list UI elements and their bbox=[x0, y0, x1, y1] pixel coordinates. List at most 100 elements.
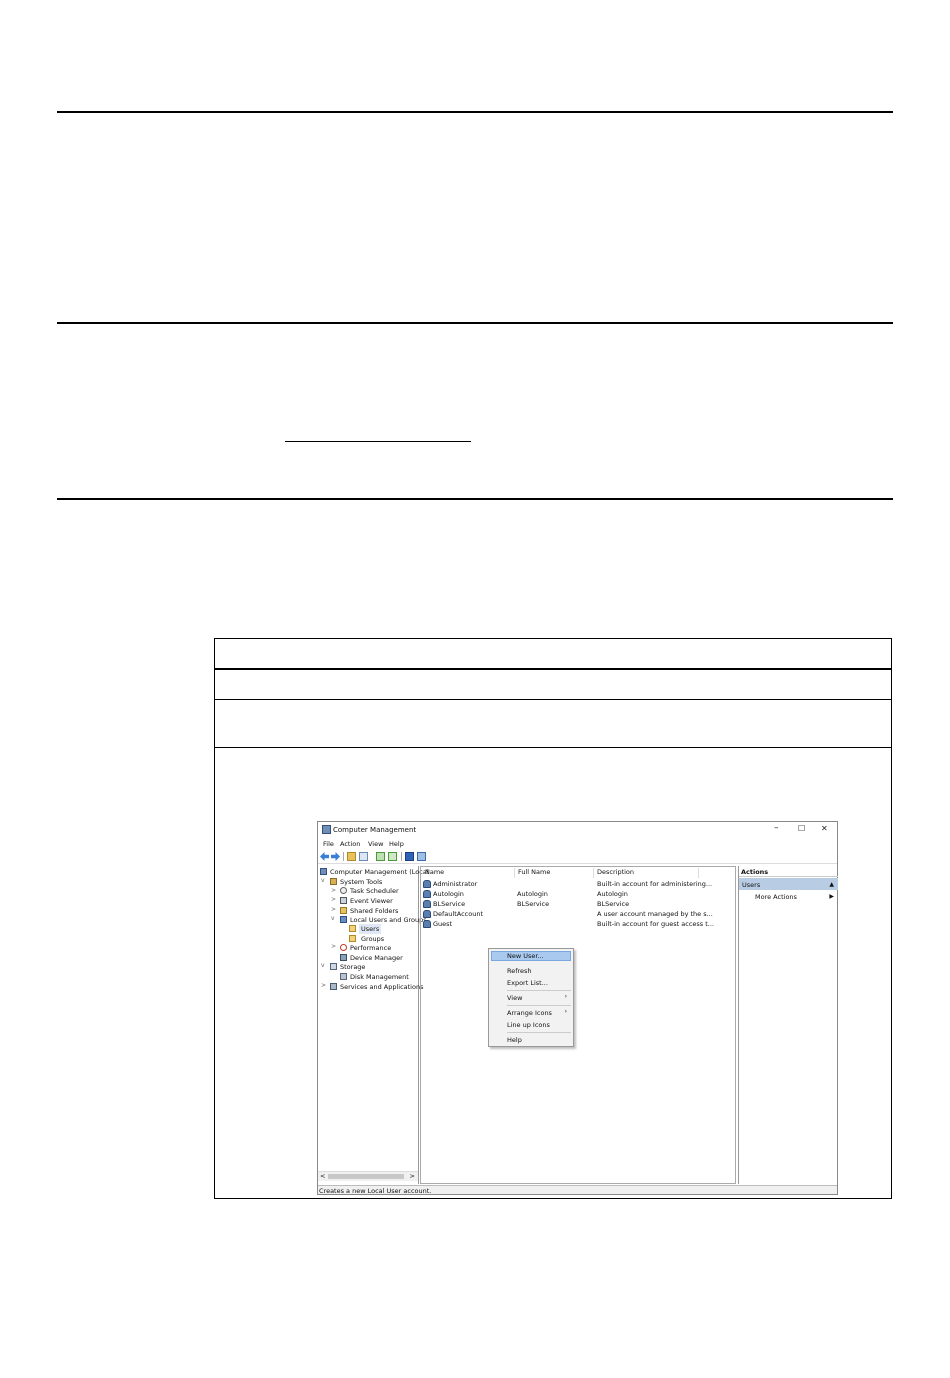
expand-chevron-icon[interactable]: > bbox=[331, 906, 336, 913]
refresh-icon[interactable] bbox=[376, 852, 385, 861]
device-manager-icon bbox=[340, 954, 347, 961]
toolbar bbox=[318, 850, 837, 864]
menu-item-new-user[interactable]: New User... bbox=[507, 952, 544, 960]
tree-item-system-tools[interactable]: System Tools bbox=[340, 878, 382, 886]
section-rule-2 bbox=[57, 322, 893, 324]
user-name-cell[interactable]: BLService bbox=[433, 900, 465, 908]
step-table-divider-2 bbox=[215, 699, 891, 700]
computer-management-icon bbox=[322, 825, 331, 834]
help-icon[interactable] bbox=[405, 852, 414, 861]
user-description-cell: Built-in account for administering... bbox=[597, 880, 713, 888]
more-actions-link[interactable]: More Actions bbox=[755, 893, 797, 901]
folder-up-icon[interactable] bbox=[347, 852, 356, 861]
tree-item-groups[interactable]: Groups bbox=[361, 935, 384, 943]
menu-separator bbox=[507, 1032, 571, 1033]
menu-separator bbox=[507, 990, 571, 991]
menu-item-arrange-icons[interactable]: Arrange Icons bbox=[507, 1009, 552, 1017]
tree-item-task-scheduler[interactable]: Task Scheduler bbox=[350, 887, 399, 895]
tree-item-device-manager[interactable]: Device Manager bbox=[350, 954, 403, 962]
scroll-left-arrow[interactable]: < bbox=[320, 1172, 325, 1180]
scrollbar-thumb[interactable] bbox=[328, 1174, 404, 1179]
shared-folder-icon bbox=[340, 907, 347, 914]
tree-item-local-users-and-groups[interactable]: Local Users and Groups bbox=[350, 916, 427, 924]
toolbar-separator bbox=[343, 852, 344, 861]
users-list: Name Full Name Description Administrator… bbox=[420, 866, 736, 1184]
tree-horizontal-scrollbar[interactable]: < > bbox=[318, 1171, 418, 1181]
properties-icon[interactable] bbox=[417, 852, 426, 861]
menu-item-help[interactable]: Help bbox=[507, 1036, 522, 1044]
expand-chevron-icon[interactable]: > bbox=[331, 943, 336, 950]
collapse-chevron-icon[interactable]: v bbox=[321, 962, 325, 969]
tools-icon bbox=[330, 878, 337, 885]
tree-item-users[interactable]: Users bbox=[359, 924, 382, 934]
actions-pane: Actions Users ▲ More Actions ▶ bbox=[738, 866, 838, 1184]
column-header-description[interactable]: Description bbox=[595, 868, 699, 878]
maximize-button[interactable]: ☐ bbox=[798, 824, 805, 833]
collapse-chevron-icon[interactable]: v bbox=[321, 877, 325, 884]
tree-item-disk-management[interactable]: Disk Management bbox=[350, 973, 409, 981]
tree-item-storage[interactable]: Storage bbox=[340, 963, 365, 971]
tree-item-shared-folders[interactable]: Shared Folders bbox=[350, 907, 398, 915]
column-header-full-name[interactable]: Full Name bbox=[516, 868, 594, 878]
status-bar: Creates a new Local User account. bbox=[318, 1185, 837, 1195]
section-rule-1 bbox=[57, 111, 893, 113]
user-icon bbox=[423, 880, 431, 888]
tree-item-event-viewer[interactable]: Event Viewer bbox=[350, 897, 393, 905]
toolbar-separator bbox=[401, 852, 402, 861]
user-icon bbox=[423, 890, 431, 898]
actions-header: Actions bbox=[739, 866, 838, 877]
show-hide-tree-icon[interactable] bbox=[359, 852, 368, 861]
menu-item-line-up-icons[interactable]: Line up Icons bbox=[507, 1021, 550, 1029]
menu-item-view[interactable]: View bbox=[507, 994, 522, 1002]
menu-file[interactable]: File bbox=[323, 840, 334, 848]
column-header-name[interactable]: Name bbox=[423, 868, 515, 878]
folder-icon bbox=[349, 925, 356, 932]
actions-users-label: Users bbox=[742, 881, 761, 889]
navigation-tree: Computer Management (Local v System Tool… bbox=[318, 866, 429, 1184]
context-menu: New User... Refresh Export List... View … bbox=[488, 948, 574, 1047]
scroll-right-arrow[interactable]: > bbox=[410, 1172, 415, 1180]
step-table-divider-1 bbox=[215, 668, 891, 670]
tree-item-computer-management[interactable]: Computer Management (Local bbox=[330, 868, 429, 876]
window-title: Computer Management bbox=[333, 826, 417, 834]
clock-icon bbox=[340, 887, 347, 894]
user-description-cell: BLService bbox=[597, 900, 630, 908]
expand-chevron-icon[interactable]: > bbox=[331, 896, 336, 903]
collapse-chevron-icon[interactable]: v bbox=[331, 915, 335, 922]
submenu-arrow-icon: › bbox=[564, 1008, 567, 1015]
user-description-cell: Autologin bbox=[597, 890, 628, 898]
menu-bar: File Action View Help bbox=[318, 838, 837, 850]
step-table-divider-3 bbox=[215, 747, 891, 748]
minimize-button[interactable]: – bbox=[774, 823, 779, 833]
menu-item-export-list[interactable]: Export List... bbox=[507, 979, 548, 987]
computer-management-window: Computer Management – ☐ ✕ File Action Vi… bbox=[317, 821, 838, 1195]
actions-users-section[interactable]: Users ▲ bbox=[739, 878, 838, 890]
tree-item-performance[interactable]: Performance bbox=[350, 944, 391, 952]
user-name-cell[interactable]: DefaultAccount bbox=[433, 910, 483, 918]
expand-chevron-icon[interactable]: > bbox=[331, 887, 336, 894]
collapse-arrow-icon[interactable]: ▲ bbox=[829, 881, 834, 888]
user-name-cell[interactable]: Administrator bbox=[433, 880, 477, 888]
forward-arrow-icon[interactable] bbox=[331, 852, 340, 861]
user-icon bbox=[423, 900, 431, 908]
expand-chevron-icon[interactable]: > bbox=[321, 982, 326, 989]
event-viewer-icon bbox=[340, 897, 347, 904]
back-arrow-icon[interactable] bbox=[320, 852, 329, 861]
user-fullname-cell: Autologin bbox=[517, 890, 548, 898]
title-bar: Computer Management – ☐ ✕ bbox=[318, 822, 837, 838]
tree-item-services-and-applications[interactable]: Services and Applications bbox=[340, 983, 423, 991]
submenu-arrow-icon: › bbox=[564, 993, 567, 1000]
folder-icon bbox=[349, 935, 356, 942]
user-name-cell[interactable]: Guest bbox=[433, 920, 452, 928]
section-rule-3 bbox=[57, 498, 893, 500]
performance-icon bbox=[340, 944, 347, 951]
menu-action[interactable]: Action bbox=[340, 840, 360, 848]
menu-item-refresh[interactable]: Refresh bbox=[507, 967, 532, 975]
export-icon[interactable] bbox=[388, 852, 397, 861]
menu-view[interactable]: View bbox=[368, 840, 383, 848]
menu-help[interactable]: Help bbox=[389, 840, 404, 848]
computer-management-icon bbox=[320, 868, 327, 875]
user-description-cell: A user account managed by the s... bbox=[597, 910, 713, 918]
user-name-cell[interactable]: Autologin bbox=[433, 890, 464, 898]
close-button[interactable]: ✕ bbox=[821, 824, 828, 833]
